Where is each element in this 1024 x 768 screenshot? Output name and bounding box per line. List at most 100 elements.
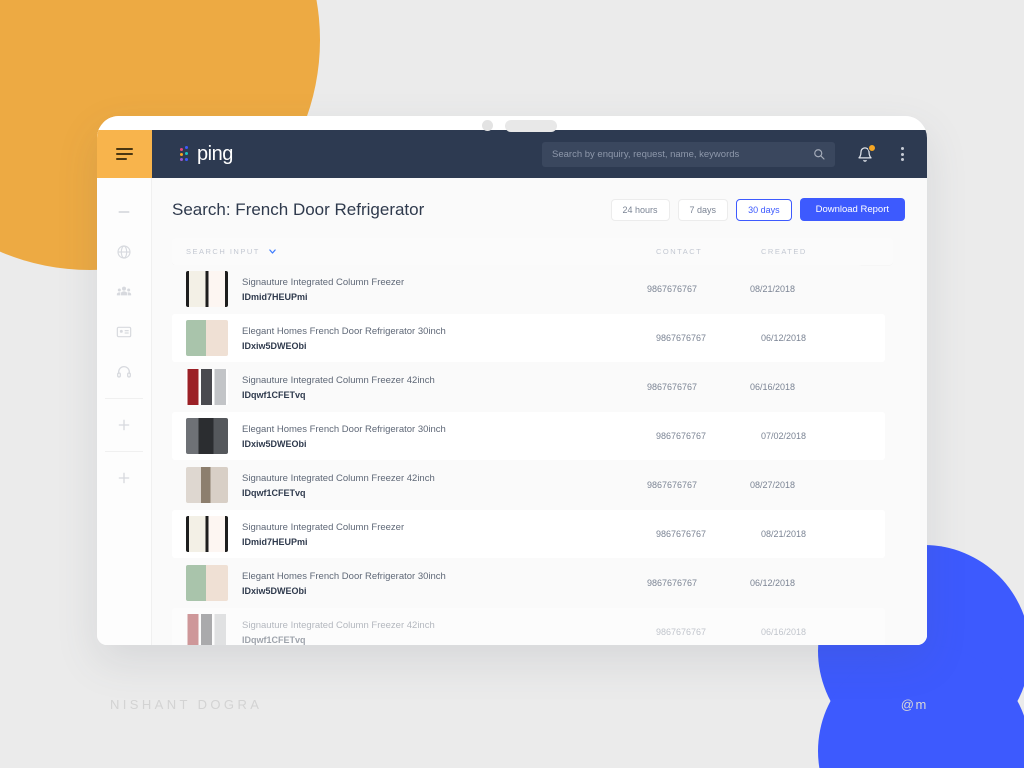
row-main-cell: Signauture Integrated Column Freezer IDm… xyxy=(186,516,656,552)
row-contact: 9867676767 xyxy=(646,284,698,294)
sidebar-item-id-card[interactable] xyxy=(97,312,152,352)
sidebar-toggle-button[interactable] xyxy=(97,130,152,178)
column-search-input-label: SEARCH INPUT xyxy=(186,247,260,256)
global-search[interactable] xyxy=(542,141,835,167)
hamburger-icon xyxy=(116,148,133,160)
filter-24-hours[interactable]: 24 hours xyxy=(610,198,670,221)
screenshot-canvas: NISHANT DOGRA @m ping Search by enquiry,… xyxy=(0,0,1024,768)
row-main-cell: Elegant Homes French Door Refrigerator 3… xyxy=(186,320,656,356)
table-row[interactable]: Signauture Integrated Column Freezer 42i… xyxy=(172,608,885,645)
row-created: 06/16/2018 xyxy=(749,382,795,392)
product-name: Elegant Homes French Door Refrigerator 3… xyxy=(242,570,446,582)
product-name: Elegant Homes French Door Refrigerator 3… xyxy=(242,423,446,435)
app-body: Search: French Door Refrigerator 24 hour… xyxy=(97,178,927,645)
table-row[interactable]: Elegant Homes French Door Refrigerator 3… xyxy=(172,559,862,607)
filter-7-days[interactable]: 7 days xyxy=(677,198,729,221)
table-row[interactable]: Signauture Integrated Column Freezer 42i… xyxy=(172,363,862,411)
column-created: CREATED xyxy=(761,247,807,256)
row-created: 06/12/2018 xyxy=(749,578,795,588)
search-icon xyxy=(814,149,825,160)
sidebar-item-add-primary[interactable] xyxy=(97,405,152,445)
kebab-dot xyxy=(900,158,904,161)
product-thumbnail xyxy=(186,516,228,552)
search-input[interactable] xyxy=(552,148,813,160)
row-main-cell: Signauture Integrated Column Freezer 42i… xyxy=(186,614,656,645)
row-contact: 9867676767 xyxy=(646,382,698,392)
row-main-cell: Signauture Integrated Column Freezer IDm… xyxy=(186,271,647,307)
sidebar-divider xyxy=(105,451,143,452)
product-thumbnail xyxy=(186,418,228,454)
sidebar-item-people[interactable] xyxy=(97,272,152,312)
plus-icon xyxy=(118,472,130,484)
table-row[interactable]: Signauture Integrated Column Freezer IDm… xyxy=(172,265,862,313)
table-body: Signauture Integrated Column Freezer IDm… xyxy=(172,265,905,645)
row-contact: 9867676767 xyxy=(646,480,698,490)
kebab-dot xyxy=(900,147,904,150)
row-main-cell: Signauture Integrated Column Freezer 42i… xyxy=(186,467,647,503)
notification-badge xyxy=(868,143,876,152)
row-contact: 9867676767 xyxy=(656,431,707,441)
camera-icon xyxy=(482,120,493,131)
product-id: IDqwf1CFETvq xyxy=(242,634,306,645)
sidebar-item-globe[interactable] xyxy=(97,232,152,272)
id-card-icon xyxy=(116,326,132,338)
product-name: Signauture Integrated Column Freezer 42i… xyxy=(242,619,435,631)
minimize-icon xyxy=(118,211,130,213)
table-row[interactable]: Elegant Homes French Door Refrigerator 3… xyxy=(172,314,885,362)
product-thumbnail xyxy=(186,467,228,503)
header-actions: 24 hours 7 days 30 days Download Report xyxy=(610,198,905,221)
page-title: Search: French Door Refrigerator xyxy=(172,199,425,219)
product-id: IDxiw5DWEObi xyxy=(242,585,307,596)
product-id: IDqwf1CFETvq xyxy=(242,389,306,400)
product-thumbnail xyxy=(186,565,228,601)
column-search-input[interactable]: SEARCH INPUT xyxy=(186,247,656,256)
overflow-menu-button[interactable] xyxy=(895,146,909,163)
product-name: Signauture Integrated Column Freezer 42i… xyxy=(242,472,435,484)
filter-30-days[interactable]: 30 days xyxy=(736,198,792,221)
row-created: 06/16/2018 xyxy=(761,627,807,637)
row-contact: 9867676767 xyxy=(656,627,707,637)
product-name: Signauture Integrated Column Freezer xyxy=(242,521,405,533)
table-row[interactable]: Elegant Homes French Door Refrigerator 3… xyxy=(172,412,885,460)
table-row[interactable]: Signauture Integrated Column Freezer 42i… xyxy=(172,461,862,509)
speaker-grille xyxy=(505,120,557,132)
sidebar-item-support[interactable] xyxy=(97,352,152,392)
table-row[interactable]: Signauture Integrated Column Freezer IDm… xyxy=(172,510,885,558)
notifications-button[interactable] xyxy=(857,143,876,163)
row-contact: 9867676767 xyxy=(656,333,707,343)
product-id: IDmid7HEUPmi xyxy=(242,291,308,302)
globe-icon xyxy=(117,245,131,259)
product-name: Elegant Homes French Door Refrigerator 3… xyxy=(242,325,446,337)
row-created: 07/02/2018 xyxy=(761,431,807,441)
headset-icon xyxy=(117,366,131,378)
watermark-author: NISHANT DOGRA xyxy=(110,697,263,712)
row-main-cell: Elegant Homes French Door Refrigerator 3… xyxy=(186,565,647,601)
row-contact: 9867676767 xyxy=(656,529,707,539)
app-screen: ping Search by enquiry, request, name, k… xyxy=(97,130,927,645)
kebab-dot xyxy=(900,152,904,156)
top-bar: ping xyxy=(97,130,927,178)
page-header: Search: French Door Refrigerator 24 hour… xyxy=(172,198,905,221)
product-id: IDxiw5DWEObi xyxy=(242,438,307,449)
table-header: SEARCH INPUT CONTACT CREATED xyxy=(172,238,893,265)
row-created: 08/27/2018 xyxy=(749,480,795,490)
row-created: 08/21/2018 xyxy=(749,284,795,294)
main-content: Search: French Door Refrigerator 24 hour… xyxy=(152,178,927,645)
row-created: 08/21/2018 xyxy=(761,529,807,539)
row-main-cell: Signauture Integrated Column Freezer 42i… xyxy=(186,369,647,405)
brand-logo[interactable]: ping xyxy=(180,143,233,166)
sidebar-divider xyxy=(105,398,143,399)
product-id: IDqwf1CFETvq xyxy=(242,487,306,498)
navbar-actions xyxy=(542,141,909,167)
sidebar-item-minimize[interactable] xyxy=(97,192,152,232)
people-group-icon xyxy=(116,286,132,296)
navbar: ping xyxy=(152,130,927,178)
brand-name: ping xyxy=(197,142,233,165)
sidebar-item-add-secondary[interactable] xyxy=(97,458,152,498)
row-created: 06/12/2018 xyxy=(761,333,807,343)
download-report-button[interactable]: Download Report xyxy=(799,198,905,221)
column-contact: CONTACT xyxy=(656,247,703,256)
chevron-down-icon[interactable] xyxy=(268,247,277,256)
product-thumbnail xyxy=(186,320,228,356)
product-name: Signauture Integrated Column Freezer 42i… xyxy=(242,374,435,386)
